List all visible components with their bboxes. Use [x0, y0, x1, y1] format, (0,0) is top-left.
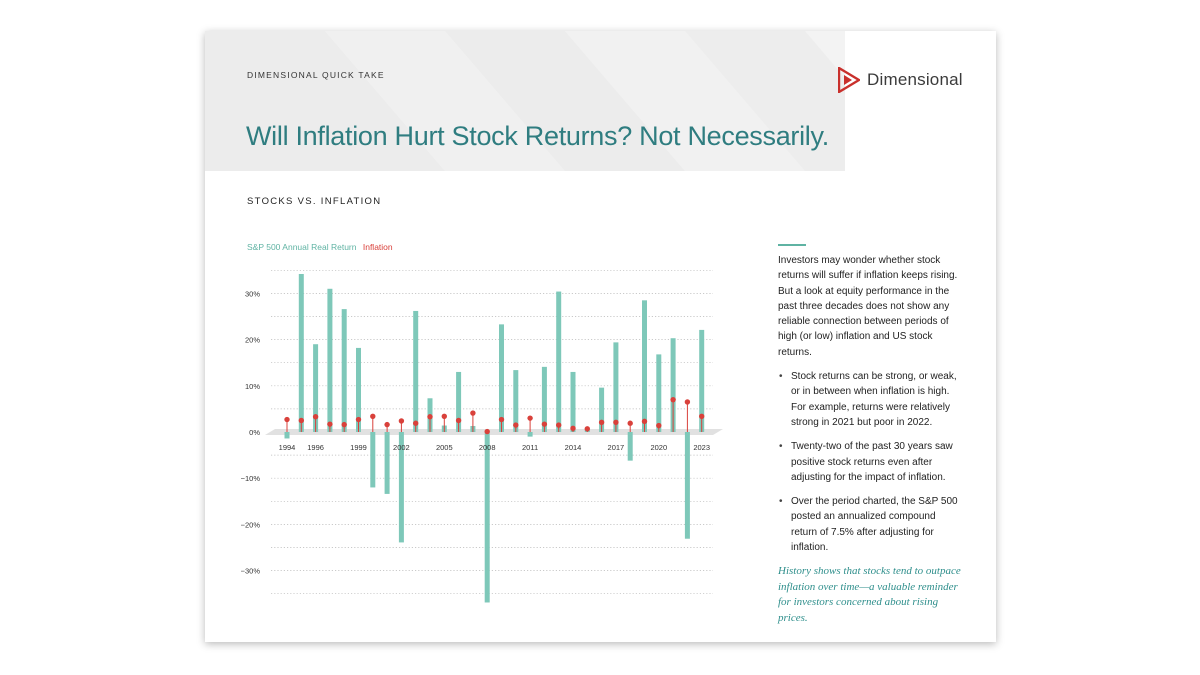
inflation-point — [413, 420, 419, 426]
inflation-point — [341, 421, 347, 428]
inflation-point — [527, 415, 533, 421]
inflation-point — [398, 418, 405, 424]
inflation-point — [584, 426, 590, 432]
inflation-point — [441, 413, 447, 419]
x-tick-label: 1994 — [279, 443, 296, 452]
bullet-list: Stock returns can be strong, or weak, or… — [778, 369, 963, 555]
intro-paragraph: Investors may wonder whether stock retur… — [778, 255, 958, 358]
inflation-point — [670, 396, 676, 403]
bullet-item: Twenty-two of the past 30 years saw posi… — [778, 439, 963, 485]
inflation-point — [699, 413, 705, 419]
stocks-vs-inflation-chart: 30% 20% 10% 0% −10% −20% −30% 1994 1996 1999 2002 2… — [241, 269, 723, 603]
inflation-point — [627, 420, 633, 426]
sidebar-text: Investors may wonder whether stock retur… — [778, 253, 963, 635]
return-bar — [627, 432, 633, 461]
x-tick-label: 2002 — [393, 443, 410, 452]
inflation-point — [427, 414, 433, 420]
y-tick-label: 30% — [245, 289, 260, 298]
x-tick-label: 2023 — [693, 443, 710, 452]
inflation-point — [484, 428, 490, 435]
inflation-point — [455, 417, 462, 424]
inflation-point — [355, 416, 362, 423]
inflation-point — [684, 399, 691, 405]
inflation-point — [656, 422, 662, 429]
page-title: Will Inflation Hurt Stock Returns? Not N… — [246, 121, 829, 151]
inflation-point — [470, 410, 476, 416]
return-bar — [613, 342, 619, 432]
x-tick-label: 1999 — [350, 443, 367, 452]
return-bar — [684, 432, 690, 539]
x-tick-label: 2008 — [479, 443, 496, 452]
return-bar — [484, 432, 490, 603]
inflation-point — [598, 419, 605, 425]
x-tick-label: 2011 — [522, 443, 538, 452]
return-bar — [298, 273, 304, 432]
x-tick-label: 2020 — [650, 443, 667, 452]
return-bar — [656, 354, 662, 432]
document-page: DIMENSIONAL QUICK TAKE Dimensional Will … — [205, 31, 996, 642]
x-tick-label: 2014 — [565, 443, 582, 452]
legend-real-return: S&P 500 Annual Real Return — [247, 242, 357, 252]
inflation-point — [384, 421, 390, 428]
y-tick-label: 0% — [249, 428, 260, 437]
return-bar — [327, 288, 333, 432]
return-bar — [284, 432, 290, 439]
return-bar — [499, 324, 504, 432]
inflation-point — [284, 416, 290, 423]
inflation-point — [370, 413, 376, 419]
legend-inflation: Inflation — [362, 242, 393, 252]
return-bar — [341, 309, 347, 432]
x-tick-label: 2005 — [436, 443, 453, 452]
y-tick-label: 10% — [245, 382, 260, 391]
y-tick-label: −30% — [241, 567, 261, 576]
return-bar — [570, 371, 576, 432]
return-bar — [384, 432, 390, 494]
return-bar — [370, 432, 376, 488]
return-bar — [556, 291, 562, 432]
y-tick-label: 20% — [245, 336, 260, 345]
brand-name: Dimensional — [867, 70, 963, 89]
inflation-point — [498, 416, 505, 423]
dimensional-logo-icon — [838, 67, 860, 93]
closing-quote: History shows that stocks tend to outpac… — [778, 565, 961, 624]
inflation-point — [513, 422, 519, 428]
inflation-point — [327, 421, 333, 427]
inflation-point — [298, 417, 304, 424]
x-tick-label: 2017 — [608, 443, 625, 452]
return-bar — [642, 300, 647, 432]
inflation-point — [556, 422, 562, 428]
section-heading: STOCKS VS. INFLATION — [247, 196, 382, 207]
inflation-point — [541, 421, 548, 427]
y-tick-label: −20% — [241, 520, 261, 529]
x-tick-label: 1996 — [307, 443, 324, 452]
bullet-item: Over the period charted, the S&P 500 pos… — [778, 494, 963, 555]
eyebrow-label: DIMENSIONAL QUICK TAKE — [247, 70, 385, 80]
bullet-item: Stock returns can be strong, or weak, or… — [778, 369, 963, 430]
inflation-point — [570, 425, 576, 432]
zero-baseline — [265, 429, 723, 435]
chart-legend: S&P 500 Annual Real Return Inflation — [247, 242, 393, 252]
return-bar — [413, 310, 419, 432]
return-bar — [527, 432, 533, 437]
y-tick-label: −10% — [241, 474, 261, 483]
inflation-point — [641, 418, 648, 425]
inflation-point — [312, 414, 319, 420]
inflation-point — [613, 419, 619, 425]
accent-divider — [778, 244, 806, 246]
